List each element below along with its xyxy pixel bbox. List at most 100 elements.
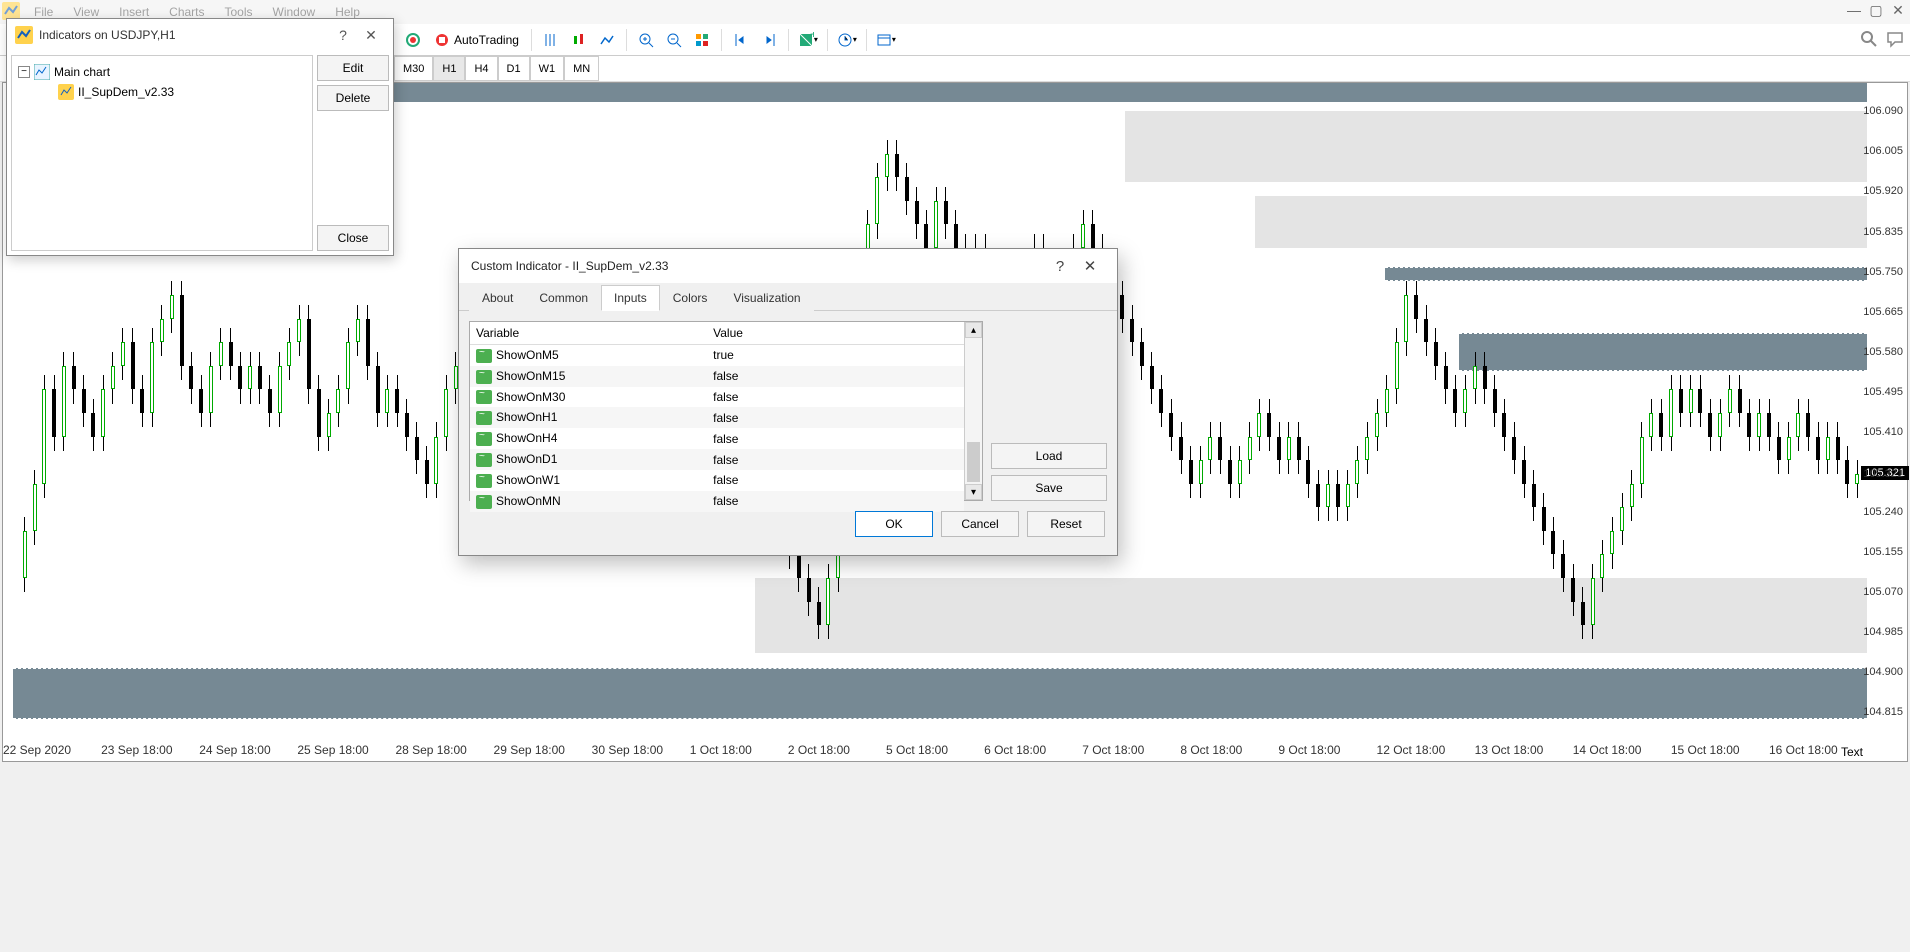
save-button[interactable]: Save xyxy=(991,475,1107,501)
input-value[interactable]: true xyxy=(707,345,964,366)
indicator-icon xyxy=(58,84,74,100)
input-row[interactable]: ShowOnH4false xyxy=(470,428,964,449)
autotrading-label: AutoTrading xyxy=(454,33,519,47)
templates-icon[interactable]: ▾ xyxy=(873,27,899,53)
time-tick: 14 Oct 18:00 xyxy=(1573,743,1671,761)
chat-icon[interactable] xyxy=(1886,30,1904,48)
close-button[interactable]: Close xyxy=(317,225,389,251)
input-value[interactable]: false xyxy=(707,428,964,449)
input-value[interactable]: false xyxy=(707,387,964,408)
price-tick: 105.240 xyxy=(1863,506,1903,518)
scrollbar[interactable]: ▴ ▾ xyxy=(964,322,982,500)
time-tick: 24 Sep 18:00 xyxy=(199,743,297,761)
indicators-tree[interactable]: − Main chart II_SupDem_v2.33 xyxy=(11,55,313,251)
indicators-icon[interactable]: +▾ xyxy=(795,27,821,53)
autotrading-icon xyxy=(434,32,450,48)
tree-root[interactable]: − Main chart xyxy=(18,62,306,82)
line-chart-icon[interactable] xyxy=(594,27,620,53)
tab-about[interactable]: About xyxy=(469,285,526,311)
input-row[interactable]: ShowOnM5true xyxy=(470,345,964,366)
grid-icon[interactable] xyxy=(689,27,715,53)
periods-icon[interactable]: ▾ xyxy=(834,27,860,53)
input-variable: ShowOnW1 xyxy=(470,470,707,491)
input-variable: ShowOnD1 xyxy=(470,449,707,470)
indicators-dialog: Indicators on USDJPY,H1 ? ✕ − Main chart… xyxy=(6,18,394,256)
zoom-out-icon[interactable] xyxy=(661,27,687,53)
tab-inputs[interactable]: Inputs xyxy=(601,285,660,311)
close-icon[interactable]: ✕ xyxy=(357,27,385,44)
time-tick: 22 Sep 2020 xyxy=(3,743,101,761)
cancel-button[interactable]: Cancel xyxy=(941,511,1019,537)
col-value[interactable]: Value xyxy=(707,322,964,345)
zone-demand xyxy=(13,668,1867,720)
help-icon[interactable]: ? xyxy=(1045,258,1075,275)
input-value[interactable]: false xyxy=(707,491,964,512)
tf-mn[interactable]: MN xyxy=(564,56,599,81)
price-tick: 104.985 xyxy=(1863,626,1903,638)
time-tick: 12 Oct 18:00 xyxy=(1377,743,1475,761)
input-row[interactable]: ShowOnW1false xyxy=(470,470,964,491)
tree-child[interactable]: II_SupDem_v2.33 xyxy=(18,82,306,102)
input-row[interactable]: ShowOnH1false xyxy=(470,407,964,428)
time-tick: 8 Oct 18:00 xyxy=(1180,743,1278,761)
delete-button[interactable]: Delete xyxy=(317,85,389,111)
maximize-icon[interactable]: ▢ xyxy=(1868,2,1884,18)
tab-visualization[interactable]: Visualization xyxy=(720,285,813,311)
tree-root-label: Main chart xyxy=(54,65,110,79)
input-row[interactable]: ShowOnM15false xyxy=(470,366,964,387)
help-icon[interactable]: ? xyxy=(329,27,357,43)
price-tick: 105.835 xyxy=(1863,226,1903,238)
indicators-dialog-title: Indicators on USDJPY,H1 xyxy=(39,28,329,42)
scroll-down-icon[interactable]: ▾ xyxy=(965,484,982,500)
close-icon[interactable]: ✕ xyxy=(1075,257,1105,275)
zone-supply xyxy=(1125,111,1867,182)
time-tick: 29 Sep 18:00 xyxy=(494,743,592,761)
bar-chart-icon[interactable] xyxy=(538,27,564,53)
refresh-icon[interactable] xyxy=(400,27,426,53)
edit-button[interactable]: Edit xyxy=(317,55,389,81)
text-label: Text xyxy=(1841,745,1863,759)
time-tick: 25 Sep 18:00 xyxy=(297,743,395,761)
price-tick: 104.900 xyxy=(1863,666,1903,678)
zone-demand xyxy=(755,578,1867,653)
tab-common[interactable]: Common xyxy=(526,285,601,311)
reset-button[interactable]: Reset xyxy=(1027,511,1105,537)
scroll-up-icon[interactable]: ▴ xyxy=(965,322,982,338)
minimize-icon[interactable]: — xyxy=(1846,2,1862,18)
input-value[interactable]: false xyxy=(707,407,964,428)
price-tick: 104.815 xyxy=(1863,706,1903,718)
input-row[interactable]: ShowOnM30false xyxy=(470,387,964,408)
tf-d1[interactable]: D1 xyxy=(498,56,530,81)
tree-collapse-icon[interactable]: − xyxy=(18,66,30,78)
scroll-thumb[interactable] xyxy=(967,442,980,482)
close-icon[interactable]: ✕ xyxy=(1890,2,1906,18)
time-tick: 7 Oct 18:00 xyxy=(1082,743,1180,761)
input-value[interactable]: false xyxy=(707,366,964,387)
tf-m30[interactable]: M30 xyxy=(394,56,433,81)
input-value[interactable]: false xyxy=(707,449,964,470)
autotrading-button[interactable]: AutoTrading xyxy=(428,30,525,50)
zoom-in-icon[interactable] xyxy=(633,27,659,53)
col-variable[interactable]: Variable xyxy=(470,322,707,345)
price-tick: 105.580 xyxy=(1863,346,1903,358)
candle-chart-icon[interactable] xyxy=(566,27,592,53)
input-row[interactable]: ShowOnD1false xyxy=(470,449,964,470)
price-tick: 105.410 xyxy=(1863,426,1903,438)
price-tick: 105.155 xyxy=(1863,546,1903,558)
price-axis: 106.090106.005105.920105.835105.750105.6… xyxy=(1859,83,1907,741)
ci-title: Custom Indicator - II_SupDem_v2.33 xyxy=(471,259,1045,273)
tf-h4[interactable]: H4 xyxy=(465,56,497,81)
shift-icon[interactable] xyxy=(728,27,754,53)
inputs-table[interactable]: Variable Value ShowOnM5trueShowOnM15fals… xyxy=(469,321,983,501)
ok-button[interactable]: OK xyxy=(855,511,933,537)
search-icon[interactable] xyxy=(1860,30,1878,48)
tf-w1[interactable]: W1 xyxy=(530,56,565,81)
tf-h1[interactable]: H1 xyxy=(433,56,465,81)
scroll-end-icon[interactable] xyxy=(756,27,782,53)
input-value[interactable]: false xyxy=(707,470,964,491)
indicators-dialog-icon xyxy=(15,26,33,44)
input-row[interactable]: ShowOnMNfalse xyxy=(470,491,964,512)
load-button[interactable]: Load xyxy=(991,443,1107,469)
price-tick: 106.090 xyxy=(1863,105,1903,117)
tab-colors[interactable]: Colors xyxy=(660,285,721,311)
